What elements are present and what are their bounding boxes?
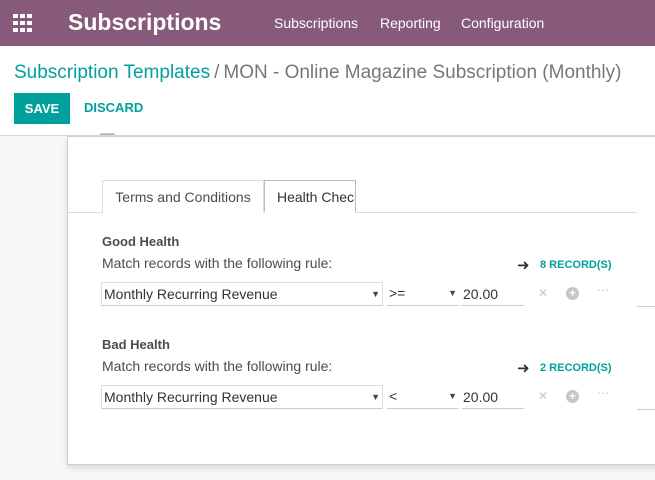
menu-item-subscriptions[interactable]: Subscriptions (274, 15, 358, 31)
good-health-field-value: Monthly Recurring Revenue (104, 286, 278, 302)
bad-health-field-select[interactable]: Monthly Recurring Revenue ▼ (101, 385, 383, 409)
bad-health-operator-select[interactable]: < ▼ (387, 385, 459, 409)
chevron-down-icon: ▼ (371, 392, 380, 402)
clipped-field-label: __ (100, 128, 140, 138)
chevron-down-icon: ▼ (371, 289, 380, 299)
edge-divider (637, 409, 655, 410)
bad-health-operator-value: < (389, 388, 398, 404)
ellipsis-icon[interactable]: ⋯ (597, 283, 609, 297)
top-navbar: Subscriptions Subscriptions Reporting Co… (0, 0, 655, 46)
tab-terms-and-conditions[interactable]: Terms and Conditions (102, 180, 264, 213)
chevron-down-icon: ▼ (448, 288, 457, 298)
discard-button[interactable]: DISCARD (84, 100, 143, 115)
ellipsis-icon[interactable]: ⋯ (597, 386, 609, 400)
bad-health-field-value: Monthly Recurring Revenue (104, 389, 278, 405)
good-health-operator-value: >= (389, 285, 406, 301)
edge-divider (637, 306, 655, 307)
bad-health-value-input[interactable] (462, 385, 524, 409)
breadcrumb-parent-link[interactable]: Subscription Templates (14, 62, 210, 83)
good-health-title: Good Health (102, 234, 180, 249)
good-health-field-select[interactable]: Monthly Recurring Revenue ▼ (101, 282, 383, 306)
arrow-right-icon: ➜ (517, 360, 530, 377)
breadcrumb-separator: / (214, 62, 220, 83)
save-button[interactable]: SAVE (14, 93, 70, 124)
menu-item-configuration[interactable]: Configuration (461, 15, 544, 31)
plus-circle-icon[interactable]: + (566, 390, 579, 403)
tab-health-check[interactable]: Health Check (264, 180, 356, 213)
breadcrumb-current: MON - Online Magazine Subscription (Mont… (223, 62, 622, 83)
good-health-value-input[interactable] (462, 282, 524, 306)
apps-grid-icon[interactable] (13, 14, 33, 32)
good-health-subtitle: Match records with the following rule: (102, 255, 333, 271)
bad-health-records-link[interactable]: 2 RECORD(S) (540, 362, 612, 374)
close-icon[interactable]: ✕ (538, 389, 548, 403)
breadcrumb: Subscription Templates / MON - Online Maga… (14, 62, 621, 84)
good-health-operator-select[interactable]: >= ▼ (387, 282, 459, 306)
control-panel: Subscription Templates / MON - Online Maga… (0, 46, 655, 136)
arrow-right-icon: ➜ (517, 257, 530, 274)
good-health-records-link[interactable]: 8 RECORD(S) (540, 259, 612, 271)
menu-item-reporting[interactable]: Reporting (380, 15, 441, 31)
close-icon[interactable]: ✕ (538, 286, 548, 300)
app-title: Subscriptions (68, 9, 222, 35)
bad-health-subtitle: Match records with the following rule: (102, 358, 333, 374)
bad-health-title: Bad Health (102, 337, 170, 352)
plus-circle-icon[interactable]: + (566, 287, 579, 300)
chevron-down-icon: ▼ (448, 391, 457, 401)
